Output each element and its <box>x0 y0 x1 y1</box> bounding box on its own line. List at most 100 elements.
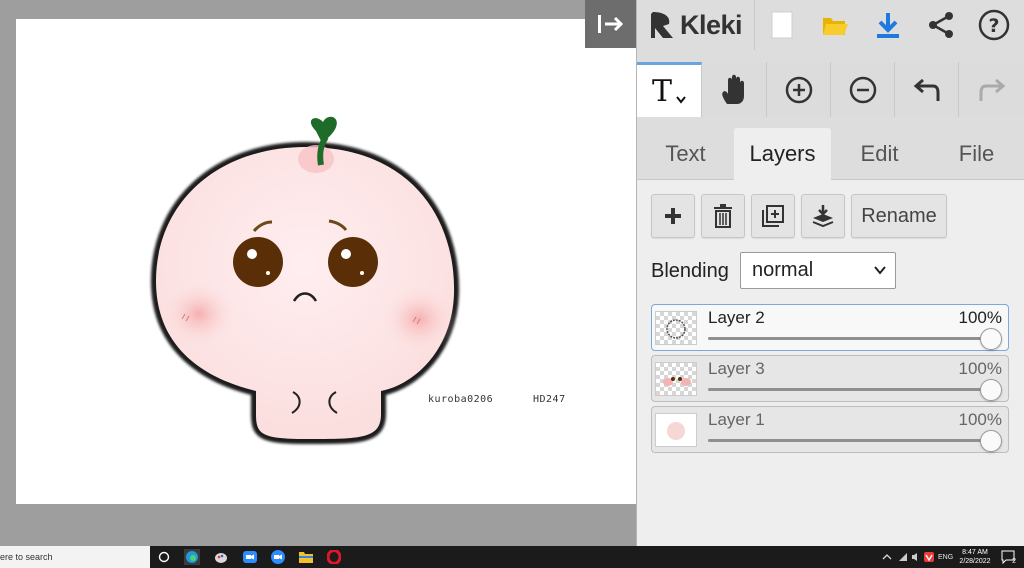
opacity-slider-track[interactable] <box>708 337 990 340</box>
zoom-in-button[interactable] <box>767 62 831 117</box>
svg-text:?: ? <box>988 15 999 37</box>
text-tool-button[interactable]: T <box>637 62 702 117</box>
notification-count: 2 <box>1012 558 1016 565</box>
opacity-slider-handle[interactable] <box>980 379 1002 401</box>
taskbar-edge[interactable] <box>184 549 200 565</box>
signature-right-text: HD247 <box>533 394 566 405</box>
taskbar-file-explorer[interactable] <box>298 549 314 565</box>
blending-value: normal <box>752 259 814 281</box>
share-button[interactable] <box>914 0 967 50</box>
help-button[interactable]: ? <box>967 0 1020 50</box>
redo-icon <box>979 78 1006 101</box>
delete-layer-button[interactable] <box>701 194 745 238</box>
layer-name: Layer 1 <box>708 410 765 429</box>
search-placeholder: ere to search <box>0 552 53 562</box>
panel-tabs: Text Layers Edit File <box>637 128 1024 180</box>
task-view-button[interactable] <box>156 549 172 565</box>
kleki-logo[interactable]: Kleki <box>637 0 755 50</box>
taskbar-search-box[interactable]: ere to search <box>0 546 150 568</box>
tab-text[interactable]: Text <box>637 128 734 180</box>
layer-item-layer-3[interactable]: Layer 3 100% <box>651 355 1009 402</box>
hand-tool-icon <box>722 74 744 104</box>
layer-opacity: 100% <box>958 410 1002 429</box>
chevron-up-icon[interactable] <box>882 553 892 561</box>
taskbar-zoom-meetings[interactable] <box>242 549 258 565</box>
speaker-icon[interactable] <box>911 552 921 562</box>
add-layer-icon <box>665 208 681 224</box>
open-file-button[interactable] <box>808 0 861 50</box>
blending-select[interactable]: normal <box>740 252 896 289</box>
layer-item-layer-2[interactable]: Layer 2 100% <box>651 304 1009 351</box>
add-layer-button[interactable] <box>651 194 695 238</box>
help-icon: ? <box>978 9 1009 41</box>
merge-down-icon <box>812 205 834 228</box>
windows-taskbar: ere to search ENG 8:47 AM 2/28/2022 2 <box>0 546 1024 568</box>
taskbar-zoom[interactable] <box>270 549 286 565</box>
notification-center-button[interactable]: 2 <box>1000 549 1016 565</box>
opacity-slider-handle[interactable] <box>980 328 1002 350</box>
open-folder-icon <box>822 18 848 35</box>
clock-date: 2/28/2022 <box>959 558 991 565</box>
paint-app-icon <box>215 553 227 563</box>
zoom-out-button[interactable] <box>831 62 895 117</box>
side-panel: Kleki ? T Text Layers Edit File Rename B… <box>636 0 1024 546</box>
kleki-logo-icon <box>651 12 673 38</box>
rename-button[interactable]: Rename <box>851 194 947 238</box>
tab-file[interactable]: File <box>928 128 1024 180</box>
download-button[interactable] <box>861 0 914 50</box>
layer-opacity: 100% <box>958 308 1002 327</box>
undo-icon <box>913 78 939 101</box>
new-file-button[interactable] <box>755 0 808 50</box>
folder-icon <box>299 552 313 563</box>
layer-name: Layer 2 <box>708 308 765 327</box>
new-file-icon <box>771 11 792 39</box>
app-name: Kleki <box>680 9 743 40</box>
video-camera-icon <box>243 551 257 563</box>
tab-layers[interactable]: Layers <box>734 128 831 180</box>
layers-panel: Rename Blending normal Layer 2 100% Laye… <box>637 180 1024 546</box>
signature-left-text: kuroba0206 <box>428 394 494 405</box>
opacity-slider-track[interactable] <box>708 388 990 391</box>
zoom-in-icon <box>785 76 812 103</box>
layer-thumbnail <box>655 311 697 345</box>
duplicate-layer-icon <box>762 205 784 227</box>
zoom-out-icon <box>849 76 876 103</box>
taskbar-opera[interactable] <box>326 549 342 565</box>
opacity-slider-track[interactable] <box>708 439 990 442</box>
drawing-canvas[interactable]: kuroba0206 HD247 <box>16 19 636 504</box>
layer-thumbnail <box>655 413 697 447</box>
tab-edit[interactable]: Edit <box>831 128 928 180</box>
vivaldi-icon[interactable] <box>924 552 934 562</box>
taskbar-clock[interactable]: 8:47 AM 2/28/2022 <box>955 548 995 566</box>
layer-name: Layer 3 <box>708 359 765 378</box>
redo-button[interactable] <box>959 62 1024 117</box>
undo-button[interactable] <box>895 62 959 117</box>
collapse-panel-button[interactable] <box>585 0 636 48</box>
merge-down-button[interactable] <box>801 194 845 238</box>
taskbar-app[interactable] <box>213 549 229 565</box>
duplicate-layer-button[interactable] <box>751 194 795 238</box>
hand-tool-button[interactable] <box>702 62 767 117</box>
drawing-artwork <box>150 116 460 445</box>
blending-label: Blending <box>651 260 729 282</box>
clock-time: 8:47 AM <box>962 549 988 556</box>
system-tray: ENG <box>882 546 953 568</box>
chevron-down-icon <box>874 266 886 275</box>
zoom-app-icon <box>271 550 285 564</box>
tool-row: T <box>637 62 1024 117</box>
text-tool-icon: T <box>651 73 672 109</box>
share-icon <box>928 12 953 38</box>
opera-icon <box>327 550 341 564</box>
edge-icon <box>186 551 198 563</box>
download-icon <box>876 13 899 38</box>
top-toolbar: Kleki ? <box>637 0 1024 50</box>
layer-thumbnail <box>655 362 697 396</box>
network-icon[interactable] <box>898 552 908 562</box>
chevron-down-icon <box>676 96 686 104</box>
canvas-area[interactable]: kuroba0206 HD247 <box>0 0 636 546</box>
opacity-slider-handle[interactable] <box>980 430 1002 452</box>
task-view-icon <box>158 551 170 563</box>
language-indicator[interactable]: ENG <box>938 554 953 561</box>
layer-opacity: 100% <box>958 359 1002 378</box>
layer-item-layer-1[interactable]: Layer 1 100% <box>651 406 1009 453</box>
